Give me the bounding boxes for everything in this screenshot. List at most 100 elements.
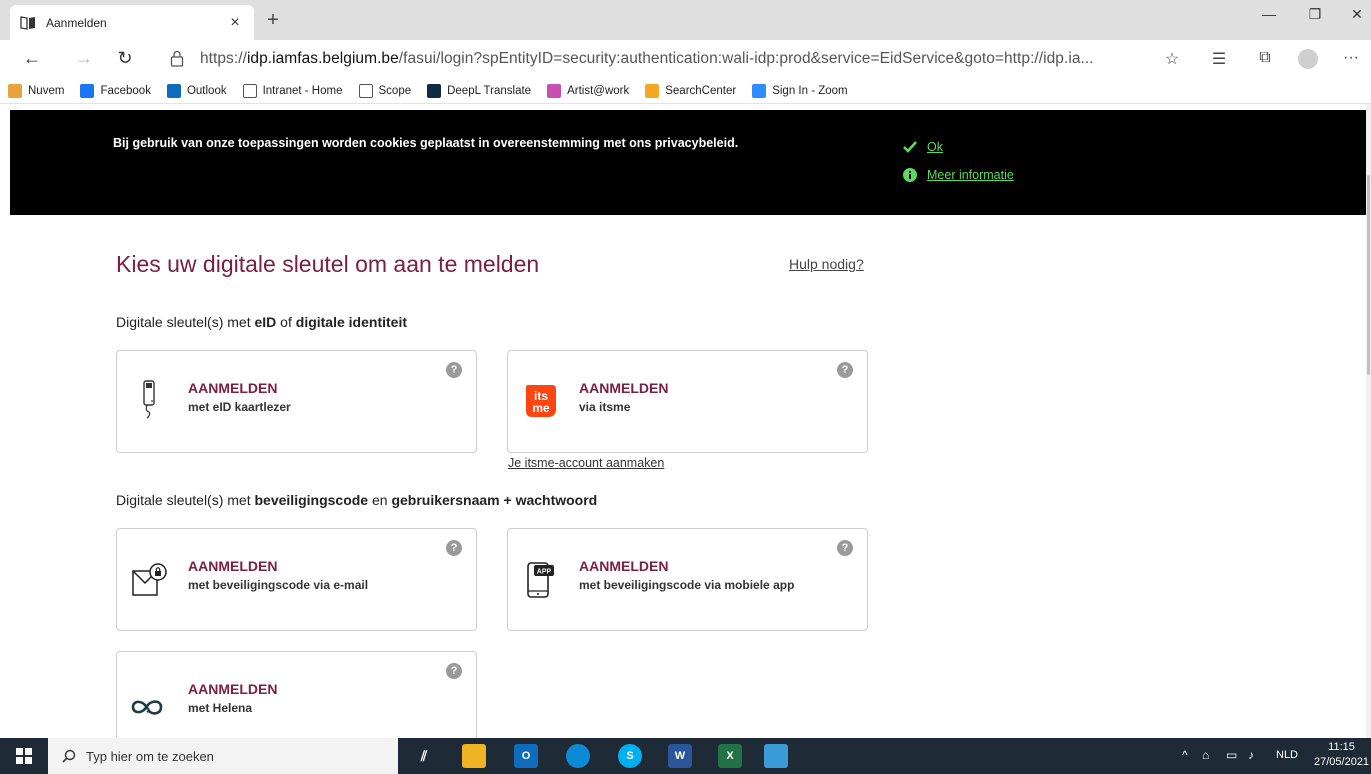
bookmark-label: Outlook (186, 84, 227, 97)
outlook-app-icon[interactable]: O (514, 744, 538, 768)
favorite-star-icon[interactable]: ☆ (1161, 49, 1183, 69)
refresh-button[interactable]: ↻ (113, 48, 137, 68)
new-tab-button[interactable]: + (263, 10, 283, 30)
bookmark-label: DeepL Translate (447, 84, 532, 97)
mobile-app-icon: APP (527, 562, 554, 598)
url-path: /fasui/login?spEntityID=security:authent… (398, 50, 1094, 67)
bookmark-label: SearchCenter (665, 84, 737, 97)
bookmark-item[interactable]: Artist@work (547, 83, 630, 98)
bookmark-favicon-icon (645, 83, 660, 98)
back-button[interactable]: ← (20, 48, 44, 68)
bookmark-item[interactable]: DeepL Translate (427, 83, 532, 98)
help-question-icon[interactable]: ? (837, 540, 853, 556)
taskbar-search-box[interactable]: Typ hier om te zoeken (48, 738, 398, 774)
card-title: AANMELDEN (188, 681, 278, 697)
section-eid-bold-2: digitale identiteit (295, 314, 407, 330)
create-itsme-account-link[interactable]: Je itsme-account aanmaken (508, 456, 664, 470)
card-title: AANMELDEN (579, 380, 669, 396)
tray-chevron-icon[interactable]: ^ (1182, 748, 1188, 762)
section-code-heading: Digitale sleutel(s) met beveiligingscode… (116, 492, 597, 508)
help-question-icon[interactable]: ? (446, 663, 462, 679)
excel-app-icon[interactable]: X (718, 744, 742, 768)
cookie-ok-label: Ok (927, 140, 943, 154)
windows-taskbar: Typ hier om te zoeken ⫽ O S W X ^ ⌂ ▭ ♪ … (0, 738, 1371, 774)
photos-app-icon[interactable] (764, 744, 788, 768)
search-icon (62, 749, 76, 763)
file-explorer-icon[interactable] (462, 744, 486, 768)
bookmark-favicon-icon (8, 83, 22, 98)
bookmark-favicon-icon (427, 83, 442, 98)
section-eid-heading: Digitale sleutel(s) met eID of digitale … (116, 314, 407, 330)
bookmark-favicon-icon (547, 83, 562, 98)
page-scrollbar-thumb[interactable] (1367, 175, 1370, 375)
section-code-bold-2: gebruikersnaam + wachtwoord (391, 492, 598, 508)
login-card-eid-reader[interactable]: ? AANMELDEN met eID kaartlezer (116, 350, 477, 453)
tray-volume-icon[interactable]: ♪ (1248, 748, 1254, 762)
bookmark-favicon-icon (80, 83, 95, 98)
bookmark-item[interactable]: Sign In - Zoom (752, 83, 848, 98)
bookmark-item[interactable]: Nuvem (8, 83, 65, 98)
cookie-more-info-label: Meer informatie (927, 168, 1014, 182)
login-card-email-code[interactable]: ? AANMELDEN met beveiligingscode via e-m… (116, 528, 477, 631)
tray-network-icon[interactable]: ⌂ (1202, 748, 1209, 762)
cookie-ok-link[interactable]: Ok (903, 140, 943, 154)
bookmark-item[interactable]: Facebook (80, 83, 151, 98)
bookmarks-bar: Nuvem Facebook Outlook Intranet - Home Scope… (0, 78, 1371, 104)
tray-display-icon[interactable]: ▭ (1226, 748, 1237, 762)
bookmark-item[interactable]: Outlook (166, 83, 227, 98)
tray-language[interactable]: NLD (1276, 749, 1298, 761)
svg-text:APP: APP (537, 569, 552, 576)
collections-icon[interactable]: ⧉ (1254, 49, 1276, 67)
url-field[interactable]: https://idp.iamfas.belgium.be/fasui/logi… (200, 50, 1094, 68)
bookmark-label: Sign In - Zoom (772, 84, 848, 97)
favorites-list-icon[interactable]: ☰ (1208, 49, 1230, 69)
section-eid-prefix: Digitale sleutel(s) met (116, 314, 255, 330)
title-bar: Aanmelden × + — ❐ ✕ (0, 0, 1371, 40)
bookmark-item[interactable]: Intranet - Home (242, 83, 343, 98)
bookmark-item[interactable]: Scope (358, 83, 412, 98)
skype-app-icon[interactable]: S (618, 744, 642, 768)
maximize-button[interactable]: ❐ (1300, 6, 1330, 23)
card-subtitle: met Helena (188, 701, 253, 715)
word-app-icon[interactable]: W (668, 744, 692, 768)
help-question-icon[interactable]: ? (837, 362, 853, 378)
forward-button[interactable]: → (72, 48, 96, 68)
login-card-helena[interactable]: ? AANMELDEN met Helena (116, 651, 477, 738)
bookmark-item[interactable]: SearchCenter (645, 83, 737, 98)
login-card-itsme[interactable]: ? its me AANMELDEN via itsme (507, 350, 868, 453)
info-icon (903, 168, 917, 182)
help-question-icon[interactable]: ? (446, 540, 462, 556)
minimize-button[interactable]: — (1254, 6, 1284, 22)
close-window-button[interactable]: ✕ (1342, 6, 1371, 23)
lock-icon[interactable] (170, 50, 184, 68)
card-title: AANMELDEN (579, 558, 669, 574)
windows-logo-icon (16, 748, 32, 764)
help-question-icon[interactable]: ? (446, 362, 462, 378)
help-link[interactable]: Hulp nodig? (789, 256, 864, 272)
more-menu-icon[interactable]: ··· (1340, 49, 1362, 67)
bookmark-label: Nuvem (28, 84, 65, 97)
cookie-text: Bij gebruik van onze toepassingen worden… (113, 136, 739, 150)
tab-close-button[interactable]: × (226, 14, 244, 32)
start-button[interactable] (0, 738, 48, 774)
profile-avatar[interactable] (1298, 49, 1318, 69)
browser-tab[interactable]: Aanmelden × (10, 5, 254, 40)
login-card-mobile-app[interactable]: ? APP AANMELDEN met beveiligingscode via… (507, 528, 868, 631)
clock-time: 11:15 (1328, 741, 1355, 753)
task-view-icon[interactable]: ⫽ (412, 744, 436, 768)
bookmark-label: Scope (378, 84, 412, 97)
search-placeholder: Typ hier om te zoeken (86, 748, 214, 764)
card-subtitle: via itsme (579, 400, 631, 414)
cookie-more-info-link[interactable]: Meer informatie (903, 168, 1014, 182)
section-code-bold-1: beveiligingscode (254, 492, 369, 508)
email-lock-icon (132, 563, 167, 596)
section-eid-mid: of (276, 314, 296, 330)
bookmark-label: Artist@work (567, 84, 630, 97)
edge-browser-icon[interactable] (566, 744, 590, 768)
tab-title: Aanmelden (46, 15, 107, 30)
card-title: AANMELDEN (188, 380, 278, 396)
address-bar-row: ← → ↻ https://idp.iamfas.belgium.be/fasu… (0, 40, 1371, 78)
card-subtitle: met beveiligingscode via mobiele app (579, 578, 795, 592)
taskbar-clock[interactable]: 11:15 27/05/2021 (1314, 740, 1369, 770)
page-title: Kies uw digitale sleutel om aan te melde… (116, 251, 540, 277)
